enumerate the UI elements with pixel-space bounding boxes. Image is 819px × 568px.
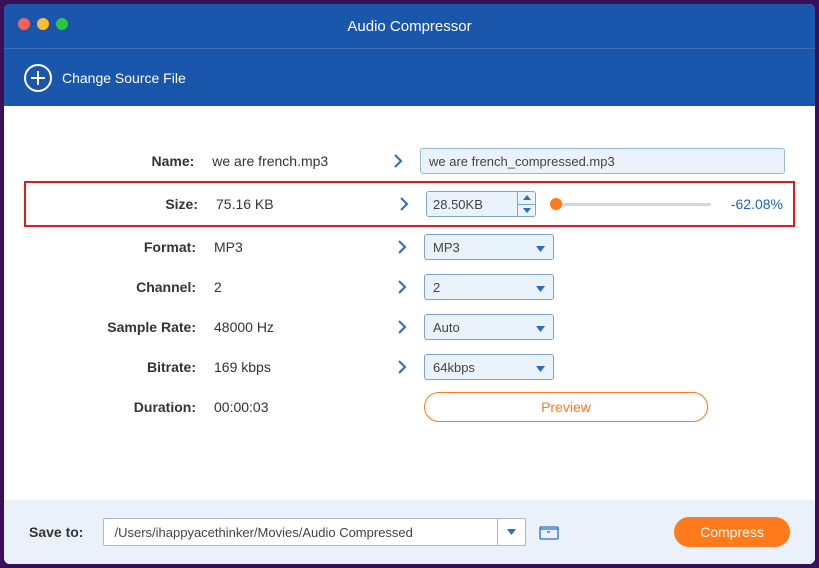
stepper-down-icon[interactable] — [518, 205, 535, 217]
window-controls — [18, 18, 68, 30]
open-folder-button[interactable] — [536, 520, 562, 544]
format-select[interactable]: MP3 — [424, 234, 554, 260]
zoom-icon[interactable] — [56, 18, 68, 30]
slider-thumb[interactable] — [550, 198, 562, 210]
size-reduction-percent: -62.08% — [723, 196, 783, 212]
close-icon[interactable] — [18, 18, 30, 30]
chevron-down-icon — [536, 280, 545, 295]
toolbar: Change Source File — [4, 48, 815, 106]
content-area: Name: we are french.mp3 Size: 75.16 KB 2… — [4, 106, 815, 500]
label-duration: Duration: — [34, 399, 204, 415]
sample-rate-select-value: Auto — [433, 320, 460, 335]
row-duration: Duration: 00:00:03 Preview — [24, 387, 795, 427]
minimize-icon[interactable] — [37, 18, 49, 30]
sample-rate-select[interactable]: Auto — [424, 314, 554, 340]
save-path-field[interactable]: /Users/ihappyacethinker/Movies/Audio Com… — [103, 518, 498, 546]
label-bitrate: Bitrate: — [34, 359, 204, 375]
footer: Save to: /Users/ihappyacethinker/Movies/… — [4, 500, 815, 564]
chevron-down-icon — [536, 360, 545, 375]
label-size: Size: — [36, 196, 206, 212]
label-name: Name: — [34, 153, 202, 169]
arrow-icon — [381, 196, 426, 212]
row-bitrate: Bitrate: 169 kbps 64kbps — [24, 347, 795, 387]
row-sample-rate: Sample Rate: 48000 Hz Auto — [24, 307, 795, 347]
row-size: Size: 75.16 KB 28.50KB -62.08% — [24, 181, 795, 227]
label-format: Format: — [34, 239, 204, 255]
arrow-icon — [375, 153, 420, 169]
arrow-icon — [379, 359, 424, 375]
arrow-icon — [379, 279, 424, 295]
save-path-dropdown[interactable] — [498, 518, 526, 546]
channel-select[interactable]: 2 — [424, 274, 554, 300]
bitrate-select-value: 64kbps — [433, 360, 475, 375]
size-slider[interactable]: -62.08% — [556, 196, 783, 212]
row-channel: Channel: 2 2 — [24, 267, 795, 307]
titlebar: Audio Compressor — [4, 4, 815, 48]
row-name: Name: we are french.mp3 — [24, 141, 795, 181]
format-select-value: MP3 — [433, 240, 460, 255]
source-bitrate: 169 kbps — [204, 359, 379, 375]
channel-select-value: 2 — [433, 280, 440, 295]
source-size: 75.16 KB — [206, 196, 381, 212]
output-filename-input[interactable] — [420, 148, 785, 174]
target-size-stepper[interactable]: 28.50KB — [426, 191, 536, 217]
row-format: Format: MP3 MP3 — [24, 227, 795, 267]
source-duration: 00:00:03 — [204, 399, 379, 415]
source-sample-rate: 48000 Hz — [204, 319, 379, 335]
arrow-icon — [379, 319, 424, 335]
window-title: Audio Compressor — [4, 18, 815, 35]
label-channel: Channel: — [34, 279, 204, 295]
chevron-down-icon — [536, 320, 545, 335]
plus-icon[interactable] — [24, 64, 52, 92]
save-path-group: /Users/ihappyacethinker/Movies/Audio Com… — [103, 518, 562, 546]
arrow-icon — [379, 239, 424, 255]
source-format: MP3 — [204, 239, 379, 255]
slider-track[interactable] — [556, 203, 711, 206]
change-source-button[interactable]: Change Source File — [62, 70, 186, 86]
stepper-up-icon[interactable] — [518, 192, 535, 205]
chevron-down-icon — [536, 240, 545, 255]
source-channel: 2 — [204, 279, 379, 295]
target-size-value: 28.50KB — [427, 192, 517, 216]
bitrate-select[interactable]: 64kbps — [424, 354, 554, 380]
source-name: we are french.mp3 — [202, 153, 375, 169]
label-sample-rate: Sample Rate: — [34, 319, 204, 335]
app-window: Audio Compressor Change Source File Name… — [4, 4, 815, 564]
preview-button[interactable]: Preview — [424, 392, 708, 422]
saveto-label: Save to: — [29, 524, 83, 540]
compress-button[interactable]: Compress — [674, 517, 790, 547]
